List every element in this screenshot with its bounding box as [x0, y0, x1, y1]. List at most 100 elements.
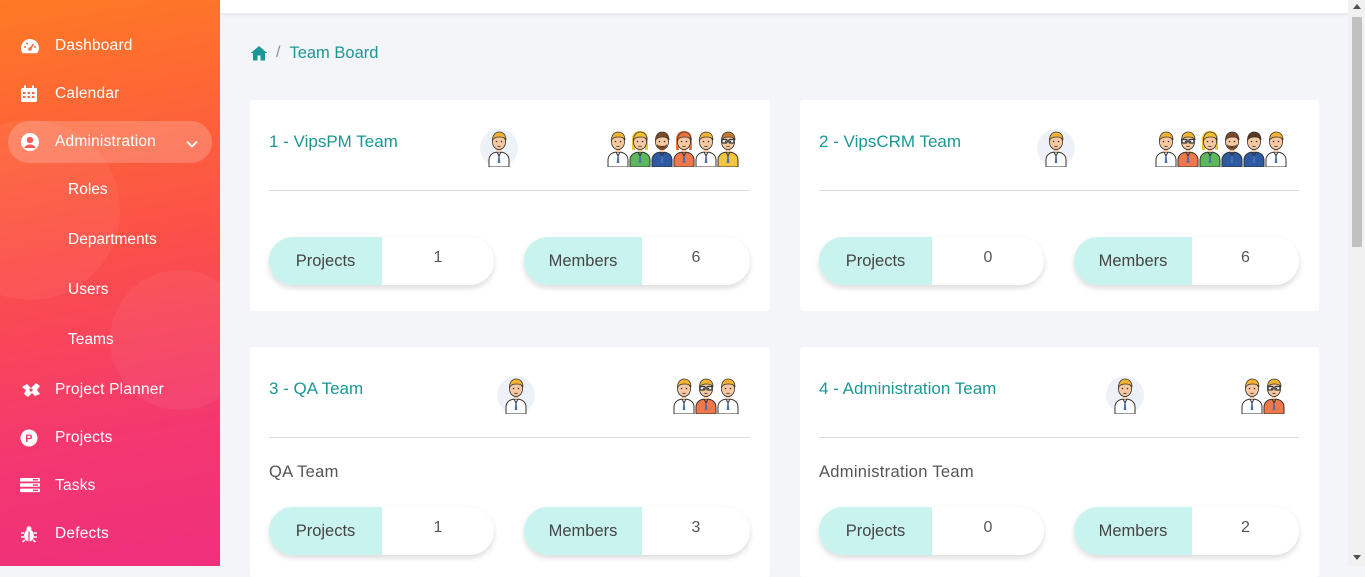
chevron-down-icon [186, 135, 198, 148]
sidebar-item-project-planner[interactable]: Project Planner [0, 366, 220, 414]
scrollbar-thumb[interactable] [1352, 17, 1362, 247]
team-card[interactable]: 3 - QA Team QA Team Projects 1 Members 3 [250, 347, 770, 577]
member-avatar[interactable] [606, 129, 630, 167]
divider [819, 437, 1299, 438]
user-circle-icon [20, 133, 40, 151]
sidebar-item-label: Dashboard [55, 37, 133, 54]
team-lead-avatar[interactable] [1037, 129, 1075, 167]
member-avatar[interactable] [1220, 129, 1244, 167]
sidebar-item-administration[interactable]: Administration [0, 118, 220, 166]
sidebar-subitem-teams[interactable]: Teams [0, 316, 220, 366]
sidebar-subitem-roles[interactable]: Roles [0, 166, 220, 216]
team-description: Administration Team [819, 463, 974, 481]
team-lead-avatar[interactable] [497, 376, 535, 414]
members-stat[interactable]: Members 3 [524, 507, 750, 555]
sidebar-subitem-departments[interactable]: Departments [0, 216, 220, 266]
projects-stat[interactable]: Projects 0 [819, 507, 1044, 555]
team-title[interactable]: 1 - VipsPM Team [269, 132, 398, 152]
sidebar-item-defects[interactable]: Defects [0, 510, 220, 558]
sidebar-nav: Dashboard Calendar Administration Roles … [0, 22, 220, 558]
member-avatar[interactable] [1198, 129, 1222, 167]
dashboard-icon [20, 37, 40, 55]
team-card[interactable]: 4 - Administration Team Administration T… [800, 347, 1319, 577]
member-avatars [1154, 129, 1288, 167]
member-avatar[interactable] [694, 376, 718, 414]
team-title[interactable]: 3 - QA Team [269, 379, 363, 399]
bug-icon [20, 525, 40, 543]
member-avatar[interactable] [694, 129, 718, 167]
scroll-down-arrow-icon[interactable] [1353, 555, 1361, 560]
sidebar-item-dashboard[interactable]: Dashboard [0, 22, 220, 70]
team-card[interactable]: 2 - VipsCRM Team Projects 0 Members 6 [800, 100, 1319, 311]
home-icon[interactable] [250, 45, 268, 62]
calendar-icon [20, 85, 40, 103]
projects-stat[interactable]: Projects 1 [269, 237, 494, 285]
member-avatar[interactable] [716, 376, 740, 414]
sidebar-item-label: Defects [55, 525, 109, 542]
member-avatar[interactable] [1262, 376, 1286, 414]
sidebar-item-label: Administration [55, 133, 157, 150]
scroll-up-arrow-icon[interactable] [1353, 4, 1361, 9]
members-count: 3 [691, 519, 701, 536]
member-avatar[interactable] [1176, 129, 1200, 167]
projects-count: 0 [983, 249, 993, 266]
members-stat[interactable]: Members 2 [1074, 507, 1299, 555]
sidebar-subitem-users[interactable]: Users [0, 266, 220, 316]
sidebar-item-tasks[interactable]: Tasks [0, 462, 220, 510]
members-count: 6 [1241, 249, 1250, 266]
member-avatar[interactable] [1264, 129, 1288, 167]
team-title[interactable]: 2 - VipsCRM Team [819, 132, 961, 152]
member-avatar[interactable] [672, 129, 696, 167]
svg-text:P: P [25, 433, 33, 445]
members-label: Members [1074, 237, 1192, 285]
team-lead-avatar[interactable] [480, 129, 518, 167]
sidebar-subitem-label: Teams [68, 331, 114, 348]
members-label: Members [524, 507, 642, 555]
team-lead-avatar[interactable] [1106, 376, 1144, 414]
sidebar-subitem-label: Users [68, 281, 109, 298]
avatar [487, 129, 511, 167]
project-planner-icon [20, 381, 40, 399]
projects-label: Projects [269, 507, 382, 555]
member-avatar[interactable] [716, 129, 740, 167]
team-title[interactable]: 4 - Administration Team [819, 379, 996, 399]
team-card[interactable]: 1 - VipsPM Team Projects 1 Members 6 [250, 100, 770, 311]
members-label: Members [1074, 507, 1192, 555]
projects-label: Projects [819, 507, 932, 555]
avatar [504, 376, 528, 414]
projects-label: Projects [269, 237, 382, 285]
member-avatars [1240, 376, 1286, 414]
member-avatar[interactable] [672, 376, 696, 414]
sidebar-item-label: Projects [55, 429, 113, 446]
members-count: 2 [1241, 519, 1250, 536]
sidebar-subitem-label: Roles [68, 181, 108, 198]
member-avatar[interactable] [1242, 129, 1266, 167]
breadcrumb-current[interactable]: Team Board [289, 44, 378, 63]
projects-icon: P [20, 429, 40, 447]
member-avatar[interactable] [1240, 376, 1264, 414]
projects-count: 0 [983, 519, 993, 536]
divider [819, 190, 1299, 191]
sidebar-item-label: Calendar [55, 85, 120, 102]
members-stat[interactable]: Members 6 [1074, 237, 1299, 285]
member-avatar[interactable] [650, 129, 674, 167]
top-bar [220, 0, 1348, 13]
projects-count: 1 [433, 249, 443, 266]
member-avatars [606, 129, 740, 167]
member-avatar[interactable] [1154, 129, 1178, 167]
projects-label: Projects [819, 237, 932, 285]
projects-stat[interactable]: Projects 1 [269, 507, 494, 555]
scrollbar[interactable] [1348, 0, 1365, 566]
sidebar-item-label: Project Planner [55, 381, 164, 398]
sidebar-item-calendar[interactable]: Calendar [0, 70, 220, 118]
projects-stat[interactable]: Projects 0 [819, 237, 1044, 285]
tasks-icon [20, 477, 40, 495]
member-avatars [672, 376, 740, 414]
divider [269, 190, 750, 191]
avatar [1113, 376, 1137, 414]
members-stat[interactable]: Members 6 [524, 237, 750, 285]
sidebar-item-projects[interactable]: P Projects [0, 414, 220, 462]
members-count: 6 [691, 249, 701, 266]
sidebar-item-label: Tasks [55, 477, 96, 494]
member-avatar[interactable] [628, 129, 652, 167]
